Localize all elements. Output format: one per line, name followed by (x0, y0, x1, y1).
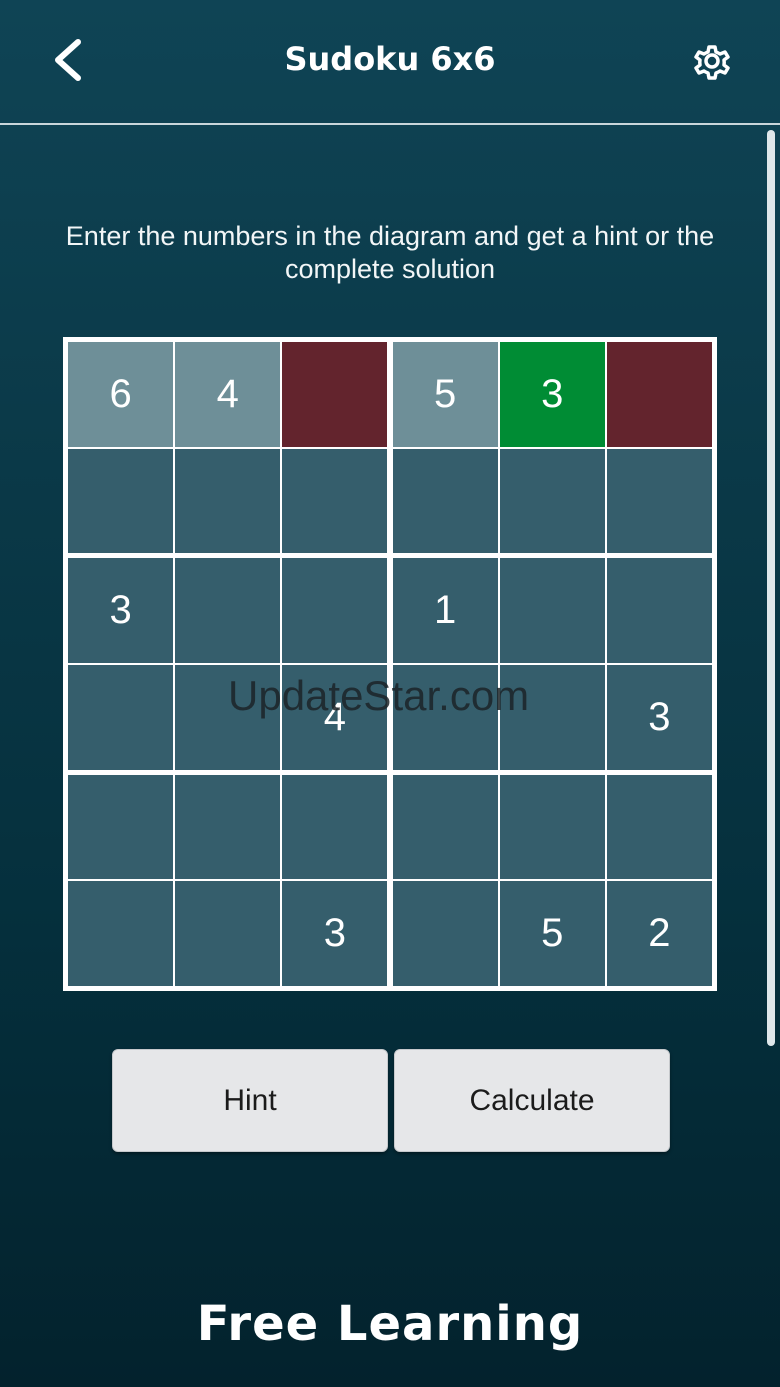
grid-cell-r4-c1[interactable] (68, 665, 174, 770)
grid-cell-r2-c3[interactable] (282, 448, 388, 554)
grid-cell-r3-c3[interactable] (282, 558, 388, 663)
grid-cell-r2-c5[interactable] (499, 448, 605, 554)
top-bar: Sudoku 6x6 (0, 0, 780, 125)
grid-cell-r5-c4[interactable] (392, 774, 498, 880)
instructions-text: Enter the numbers in the diagram and get… (65, 221, 715, 284)
calculate-button[interactable]: Calculate (394, 1049, 670, 1152)
scrollbar[interactable] (767, 130, 775, 1046)
grid-cell-r5-c2[interactable] (175, 774, 281, 880)
grid-cell-r1-c3[interactable] (282, 342, 388, 447)
grid-cell-r1-c2[interactable]: 4 (175, 342, 281, 447)
grid-cell-r2-c6[interactable] (606, 448, 712, 554)
grid-cell-r5-c1[interactable] (68, 774, 174, 880)
grid-cell-r5-c5[interactable] (499, 774, 605, 880)
brand-logo: Free Learning (196, 1296, 584, 1352)
grid-cell-r3-c6[interactable] (606, 558, 712, 663)
grid-cell-r1-c4[interactable]: 5 (392, 342, 498, 447)
grid-cell-r6-c5[interactable]: 5 (499, 881, 605, 986)
grid-cell-r2-c2[interactable] (175, 448, 281, 554)
grid-cell-r1-c1[interactable]: 6 (68, 342, 174, 447)
sudoku-grid: 64533143352 (63, 337, 717, 991)
gear-icon (694, 45, 730, 80)
grid-cell-r2-c1[interactable] (68, 448, 174, 554)
grid-cell-r3-c2[interactable] (175, 558, 281, 663)
grid-cell-r4-c3[interactable]: 4 (282, 665, 388, 770)
grid-cell-r6-c3[interactable]: 3 (282, 881, 388, 986)
grid-cell-r5-c3[interactable] (282, 774, 388, 880)
grid-cell-r6-c1[interactable] (68, 881, 174, 986)
grid-cell-r3-c4[interactable]: 1 (392, 558, 498, 663)
grid-cell-r2-c4[interactable] (392, 448, 498, 554)
grid-cell-r6-c4[interactable] (392, 881, 498, 986)
grid-cell-r4-c4[interactable] (392, 665, 498, 770)
grid-cell-r1-c6[interactable] (606, 342, 712, 447)
grid-cell-r3-c1[interactable]: 3 (68, 558, 174, 663)
grid-cell-r4-c6[interactable]: 3 (606, 665, 712, 770)
grid-cell-r1-c5[interactable]: 3 (499, 342, 605, 447)
hint-button[interactable]: Hint (112, 1049, 388, 1152)
grid-cell-r6-c6[interactable]: 2 (606, 881, 712, 986)
settings-button[interactable] (686, 35, 738, 87)
grid-cell-r5-c6[interactable] (606, 774, 712, 880)
grid-cell-r3-c5[interactable] (499, 558, 605, 663)
grid-cell-r6-c2[interactable] (175, 881, 281, 986)
grid-cell-r4-c2[interactable] (175, 665, 281, 770)
grid-cell-r4-c5[interactable] (499, 665, 605, 770)
page-title: Sudoku 6x6 (284, 40, 496, 78)
